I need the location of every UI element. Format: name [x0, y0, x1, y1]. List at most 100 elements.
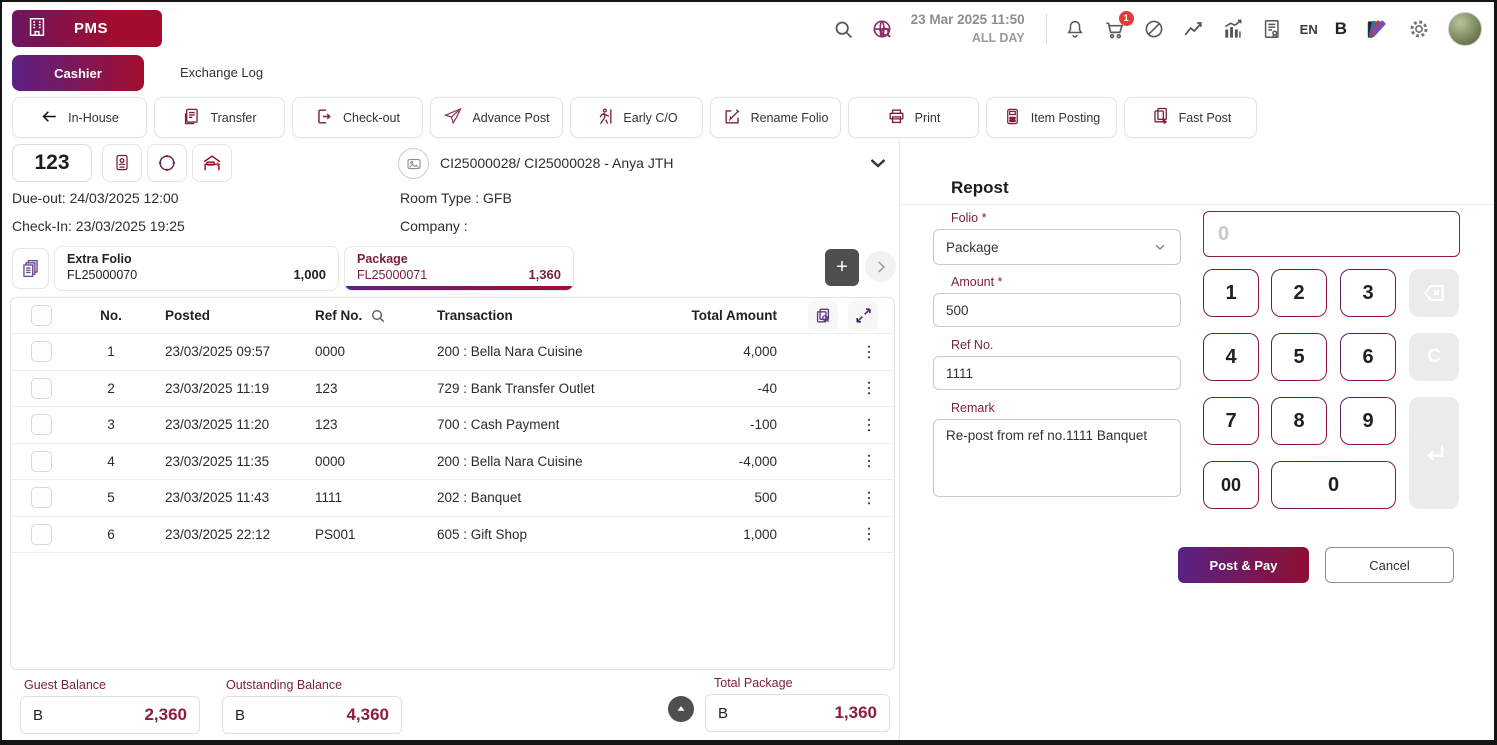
collapse-up-button[interactable] — [668, 696, 694, 722]
cell-amount: 4,000 — [651, 344, 781, 359]
guest-photo-placeholder[interactable] — [398, 148, 429, 179]
copy-search-button[interactable] — [808, 301, 838, 331]
guest-confirmation: CI25000028/ CI25000028 - Anya JTH — [440, 155, 674, 171]
guest-chevron-down-icon[interactable] — [866, 151, 890, 180]
ref-input[interactable] — [933, 356, 1181, 390]
backspace-key[interactable] — [1409, 269, 1459, 317]
row-checkbox[interactable] — [31, 451, 52, 472]
key-7[interactable]: 7 — [1203, 397, 1259, 445]
total-package-value: 1,360 — [834, 703, 877, 723]
bell-icon[interactable] — [1064, 18, 1086, 40]
table-row[interactable]: 1 23/03/2025 09:57 0000 200 : Bella Nara… — [11, 334, 894, 371]
table-row[interactable]: 5 23/03/2025 11:43 1111 202 : Banquet 50… — [11, 480, 894, 517]
key-1[interactable]: 1 — [1203, 269, 1259, 317]
header-transaction: Transaction — [421, 308, 651, 323]
early-co-button[interactable]: Early C/O — [570, 97, 703, 138]
pencil-icon — [723, 107, 742, 129]
folio-number: FL25000071 — [357, 268, 427, 282]
folio-list-button[interactable] — [12, 248, 49, 289]
add-folio-button[interactable]: + — [825, 249, 859, 286]
cell-no: 6 — [81, 527, 141, 542]
advance-post-button[interactable]: Advance Post — [430, 97, 563, 138]
key-0[interactable]: 0 — [1271, 461, 1396, 509]
row-checkbox[interactable] — [31, 341, 52, 362]
cell-no: 3 — [81, 417, 141, 432]
row-menu-icon[interactable] — [860, 343, 878, 361]
in-house-button[interactable]: In-House — [12, 97, 147, 138]
check-out-button[interactable]: Check-out — [292, 97, 423, 138]
row-checkbox[interactable] — [31, 378, 52, 399]
block-icon[interactable] — [1143, 18, 1165, 40]
remark-textarea[interactable]: Re-post from ref no.1111 Banquet — [933, 419, 1181, 497]
rename-folio-button[interactable]: Rename Folio — [710, 97, 841, 138]
ref-search-icon[interactable] — [370, 308, 386, 324]
guest-card-button[interactable] — [102, 144, 142, 182]
key-6[interactable]: 6 — [1340, 333, 1396, 381]
folio-tab-extra[interactable]: Extra Folio FL25000070 1,000 — [54, 246, 339, 291]
room-bed-button[interactable] — [192, 144, 232, 182]
amount-input[interactable] — [933, 293, 1181, 327]
key-2[interactable]: 2 — [1271, 269, 1327, 317]
gear-icon[interactable] — [1407, 17, 1431, 41]
folio-tab-package[interactable]: Package FL25000071 1,360 — [344, 246, 574, 291]
arrow-left-icon — [40, 107, 59, 129]
folio-scroll-right-button[interactable] — [865, 251, 896, 282]
print-button[interactable]: Print — [848, 97, 979, 138]
remark-field-label: Remark — [951, 401, 995, 415]
post-and-pay-button[interactable]: Post & Pay — [1178, 547, 1309, 583]
cell-posted: 23/03/2025 11:19 — [141, 381, 301, 396]
cell-amount: 500 — [651, 490, 781, 505]
sync-button[interactable] — [147, 144, 187, 182]
line-chart-icon[interactable] — [1182, 18, 1204, 40]
table-row[interactable]: 3 23/03/2025 11:20 123 700 : Cash Paymen… — [11, 407, 894, 444]
cell-ref: PS001 — [301, 527, 421, 542]
table-row[interactable]: 4 23/03/2025 11:35 0000 200 : Bella Nara… — [11, 444, 894, 481]
folio-field-label: Folio * — [951, 211, 986, 225]
key-8[interactable]: 8 — [1271, 397, 1327, 445]
room-number-box[interactable]: 123 — [12, 144, 92, 182]
currency-selector[interactable]: B — [1335, 19, 1347, 39]
key-4[interactable]: 4 — [1203, 333, 1259, 381]
search-icon[interactable] — [833, 19, 854, 40]
bed-icon — [201, 152, 223, 174]
item-posting-button[interactable]: Item Posting — [986, 97, 1117, 138]
cell-amount: -40 — [651, 381, 781, 396]
row-menu-icon[interactable] — [860, 489, 878, 507]
folio-select[interactable]: Package — [933, 229, 1181, 265]
row-checkbox[interactable] — [31, 487, 52, 508]
report-icon[interactable] — [1261, 18, 1283, 40]
clear-key[interactable]: C — [1409, 333, 1459, 381]
row-menu-icon[interactable] — [860, 379, 878, 397]
palette-icon[interactable] — [1364, 16, 1390, 42]
table-row[interactable]: 6 23/03/2025 22:12 PS001 605 : Gift Shop… — [11, 517, 894, 554]
user-avatar[interactable] — [1448, 12, 1482, 46]
tab-exchange-log[interactable]: Exchange Log — [180, 65, 263, 80]
language-selector[interactable]: EN — [1300, 22, 1318, 37]
cancel-button[interactable]: Cancel — [1325, 547, 1454, 583]
cell-no: 1 — [81, 344, 141, 359]
bar-chart-icon[interactable] — [1221, 18, 1244, 41]
enter-key[interactable] — [1409, 397, 1459, 509]
pms-window: PMS 23 Mar 2025 11:50 ALL DAY 1 — [0, 0, 1497, 745]
fast-post-button[interactable]: Fast Post — [1124, 97, 1257, 138]
cart-icon[interactable]: 1 — [1103, 18, 1126, 41]
row-menu-icon[interactable] — [860, 416, 878, 434]
app-logo[interactable]: PMS — [12, 10, 162, 47]
key-3[interactable]: 3 — [1340, 269, 1396, 317]
expand-icon[interactable] — [848, 301, 878, 331]
key-9[interactable]: 9 — [1340, 397, 1396, 445]
globe-search-icon[interactable] — [871, 18, 894, 41]
tab-cashier[interactable]: Cashier — [12, 55, 144, 91]
toolbar-label: Early C/O — [623, 111, 677, 125]
room-type-text: Room Type : GFB — [400, 190, 512, 206]
row-checkbox[interactable] — [31, 414, 52, 435]
select-all-checkbox[interactable] — [31, 305, 52, 326]
numpad-display[interactable] — [1203, 211, 1460, 257]
row-checkbox[interactable] — [31, 524, 52, 545]
key-00[interactable]: 00 — [1203, 461, 1259, 509]
row-menu-icon[interactable] — [860, 452, 878, 470]
transfer-button[interactable]: Transfer — [154, 97, 285, 138]
key-5[interactable]: 5 — [1271, 333, 1327, 381]
row-menu-icon[interactable] — [860, 525, 878, 543]
table-row[interactable]: 2 23/03/2025 11:19 123 729 : Bank Transf… — [11, 371, 894, 408]
